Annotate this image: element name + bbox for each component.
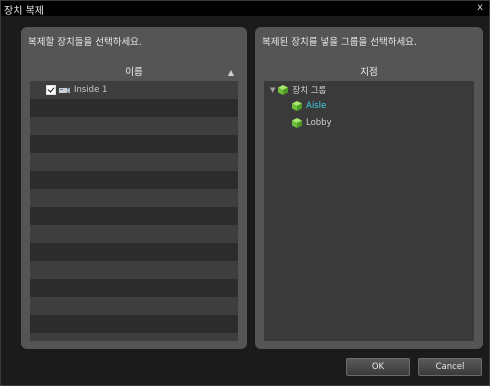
cancel-button[interactable]: Cancel — [418, 358, 482, 376]
table-row — [30, 153, 238, 171]
table-row — [30, 225, 238, 243]
group-cube-icon — [278, 85, 289, 95]
table-row — [30, 135, 238, 153]
table-row — [30, 279, 238, 297]
close-icon[interactable]: x — [477, 2, 483, 13]
table-row — [30, 243, 238, 261]
tree-node-label: Aisle — [306, 101, 327, 111]
group-cube-icon — [292, 118, 302, 128]
site-column-label: 지점 — [360, 67, 378, 78]
site-column-header[interactable]: 지점 — [264, 65, 474, 81]
tree-node-aisle[interactable]: Aisle — [292, 101, 326, 111]
name-column-label: 이름 — [125, 67, 143, 78]
sort-ascending-icon[interactable]: ▲ — [228, 65, 234, 81]
table-row[interactable]: Inside 1 — [30, 81, 238, 99]
group-select-panel: 복제된 장치를 넣을 그룹을 선택하세요. 지점 ▼ 장치 그룹 Aisle L… — [255, 27, 483, 349]
name-column-header[interactable]: 이름 ▲ — [30, 65, 238, 81]
device-row-inside-1[interactable]: Inside 1 — [30, 81, 238, 99]
table-row — [30, 99, 238, 117]
table-row — [30, 315, 238, 333]
expand-arrow-icon[interactable]: ▼ — [270, 86, 275, 94]
device-name: Inside 1 — [74, 85, 108, 95]
table-row — [30, 207, 238, 225]
title-bar: 장치 복제 x — [1, 1, 489, 17]
group-tree[interactable]: 지점 ▼ 장치 그룹 Aisle Lobby — [264, 65, 474, 341]
group-cube-icon — [292, 101, 302, 111]
table-row — [30, 261, 238, 279]
camera-icon — [59, 87, 70, 93]
table-row — [30, 189, 238, 207]
table-row — [30, 171, 238, 189]
group-select-instruction: 복제된 장치를 넣을 그룹을 선택하세요. — [262, 37, 417, 48]
tree-node-label: 장치 그룹 — [292, 86, 327, 96]
device-select-panel: 복제할 장치들을 선택하세요. 이름 ▲ Inside 1 — [21, 27, 247, 349]
window-title: 장치 복제 — [4, 6, 44, 17]
tree-node-device-group[interactable]: ▼ 장치 그룹 — [270, 84, 326, 96]
device-select-instruction: 복제할 장치들을 선택하세요. — [28, 37, 142, 48]
device-checkbox[interactable] — [46, 85, 56, 95]
table-row — [30, 297, 238, 315]
tree-node-lobby[interactable]: Lobby — [292, 118, 332, 128]
ok-button[interactable]: OK — [346, 358, 410, 376]
duplicate-device-dialog: 장치 복제 x 복제할 장치들을 선택하세요. 이름 ▲ Inside 1 복제… — [0, 0, 490, 386]
device-list[interactable]: 이름 ▲ Inside 1 — [30, 65, 238, 341]
tree-node-label: Lobby — [306, 118, 332, 128]
table-row — [30, 333, 238, 341]
table-row — [30, 117, 238, 135]
